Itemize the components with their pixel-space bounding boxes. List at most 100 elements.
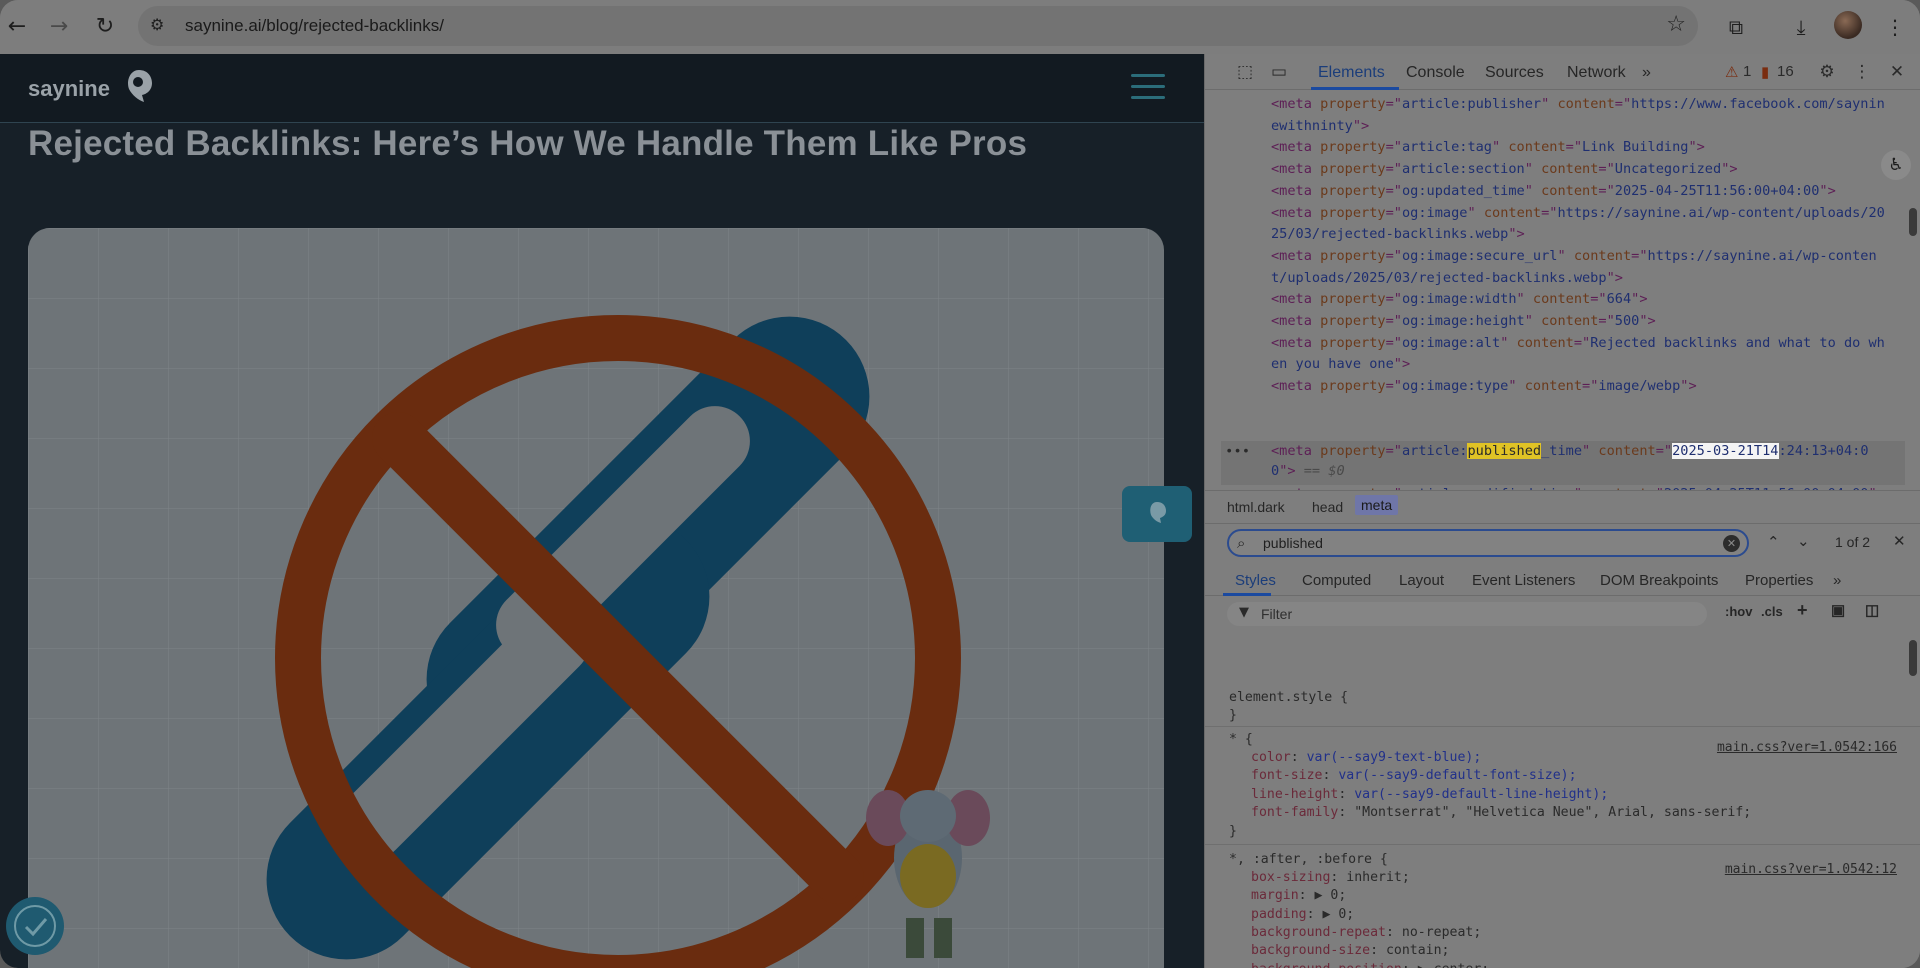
tab-console[interactable]: Console [1406,64,1465,82]
dom-node-line[interactable]: <meta property="og:image:width" content=… [1271,289,1648,310]
tab-event-listeners[interactable]: Event Listeners [1472,572,1575,589]
cookie-consent-icon[interactable] [6,897,64,955]
new-rule-icon[interactable]: + [1797,600,1808,621]
search-next-icon[interactable]: ⌄ [1797,532,1810,550]
css-property[interactable]: color: var(--say9-text-blue); [1251,750,1481,765]
dom-node-line[interactable]: <meta property="og:image:secure_url" con… [1271,246,1877,267]
site-header: saynine [0,54,1204,123]
elements-tree[interactable]: ♿ <meta property="article:publisher" con… [1205,90,1920,490]
rule-source-link[interactable]: main.css?ver=1.0542:166 [1717,740,1897,755]
address-bar[interactable]: ⚙ saynine.ai/blog/rejected-backlinks/ ☆ [138,6,1698,46]
dom-node-line[interactable]: en you have one"> [1271,354,1410,375]
more-styles-tabs-icon[interactable]: » [1833,572,1841,589]
css-property[interactable]: background-repeat: no-repeat; [1251,925,1481,940]
logo-mark-icon [128,70,152,102]
dom-node-line[interactable]: ewithninty"> [1271,116,1369,137]
rule-source-link[interactable]: main.css?ver=1.0542:12 [1725,862,1897,877]
broken-link-illustration [28,228,1164,968]
styles-scrollbar[interactable] [1909,640,1917,676]
hov-toggle[interactable]: :hov [1725,604,1752,619]
css-property[interactable]: line-height: var(--say9-default-line-hei… [1251,787,1608,802]
tab-layout[interactable]: Layout [1399,572,1444,589]
sidebar-toggle-icon[interactable]: ◫ [1865,601,1879,619]
tab-dom-breakpoints[interactable]: DOM Breakpoints [1600,572,1718,589]
tab-elements[interactable]: Elements [1318,64,1385,82]
close-search-icon[interactable]: ✕ [1893,532,1906,550]
rule-separator [1205,726,1920,727]
accessibility-icon[interactable]: ♿ [1881,150,1911,180]
rule-close-brace: } [1229,824,1237,839]
tab-computed[interactable]: Computed [1302,572,1371,589]
breadcrumb-head[interactable]: head [1312,499,1343,515]
dom-node-line[interactable]: 25/03/rejected-backlinks.webp"> [1271,224,1525,245]
site-info-icon[interactable]: ⚙ [150,15,172,37]
breadcrumb-html[interactable]: html.dark [1227,499,1285,515]
warnings-count[interactable]: 1 [1743,63,1751,80]
tab-styles[interactable]: Styles [1235,572,1276,589]
forward-icon[interactable]: → [44,12,74,42]
browser-window: ← → ↻ ⚙ saynine.ai/blog/rejected-backlin… [0,0,1920,968]
tab-sources[interactable]: Sources [1485,64,1544,82]
hamburger-menu-icon[interactable] [1131,74,1165,102]
paint-brush-icon[interactable]: ▣ [1831,601,1845,619]
css-property[interactable]: font-size: var(--say9-default-font-size)… [1251,768,1577,783]
site-logo[interactable]: saynine [28,76,110,102]
more-tabs-icon[interactable]: » [1642,64,1651,82]
styles-filter-input[interactable]: ▼ Filter [1227,602,1707,626]
search-prev-icon[interactable]: ⌃ [1767,533,1780,551]
devtools-menu-icon[interactable]: ⋮ [1850,60,1874,84]
reload-icon[interactable]: ↻ [90,12,120,42]
css-property[interactable]: font-family: "Montserrat", "Helvetica Ne… [1251,805,1751,820]
dom-node-line[interactable]: <meta property="og:image:height" content… [1271,311,1656,332]
dom-node-line[interactable]: <meta property="article:section" content… [1271,159,1738,180]
search-query[interactable]: published [1263,535,1323,551]
dom-search-bar: ⌕ published ✕ ⌃ ⌄ 1 of 2 ✕ [1205,524,1920,564]
warning-icon[interactable]: ⚠ [1725,63,1738,81]
bookmark-star-icon[interactable]: ☆ [1666,12,1686,37]
styles-filter-row: ▼ Filter :hov .cls + ▣ ◫ [1205,596,1920,630]
devtools-panel: ⬚ ▭ Elements Console Sources Network » ⚠… [1204,54,1920,968]
profile-avatar[interactable] [1834,11,1862,39]
issues-icon[interactable]: ▮ [1761,63,1769,81]
issues-count[interactable]: 16 [1777,63,1794,80]
elements-scrollbar[interactable] [1909,208,1917,236]
css-property[interactable]: box-sizing: inherit; [1251,870,1410,885]
dom-node-line[interactable]: <meta property="article:tag" content="Li… [1271,137,1705,158]
extensions-icon[interactable]: ⧉ [1721,12,1751,42]
clear-search-icon[interactable]: ✕ [1723,535,1740,552]
chat-widget-button[interactable] [1122,486,1192,542]
back-icon[interactable]: ← [2,12,32,42]
url-text[interactable]: saynine.ai/blog/rejected-backlinks/ [185,16,444,36]
tab-network[interactable]: Network [1567,64,1626,82]
selected-dom-node-continuation[interactable]: 0"> == $0 [1271,461,1345,482]
node-actions-icon[interactable]: ••• [1225,444,1250,460]
settings-gear-icon[interactable]: ⚙ [1815,60,1839,84]
close-devtools-icon[interactable]: ✕ [1885,60,1909,84]
dom-search-input[interactable]: ⌕ published ✕ [1227,529,1749,557]
download-icon[interactable]: ⤓ [1786,12,1816,42]
css-property[interactable]: background-position: ▶ center; [1251,962,1489,968]
device-toolbar-icon[interactable]: ▭ [1267,60,1291,84]
dom-node-line[interactable]: <meta property="og:updated_time" content… [1271,181,1836,202]
dom-node-line[interactable]: <meta property="og:image" content="https… [1271,203,1885,224]
breadcrumb-meta[interactable]: meta [1355,495,1399,515]
dom-node-line[interactable]: <meta property="og:image:type" content="… [1271,376,1697,397]
browser-toolbar: ← → ↻ ⚙ saynine.ai/blog/rejected-backlin… [0,0,1920,54]
page-viewport: saynine Rejected Backlinks: Here’s How W… [0,54,1204,968]
selected-dom-node[interactable]: <meta property="article:published_time" … [1271,441,1869,462]
dom-node-line[interactable]: <meta property="article:publisher" conte… [1271,94,1885,115]
css-property[interactable]: margin: ▶ 0; [1251,888,1346,903]
filter-placeholder[interactable]: Filter [1261,606,1292,622]
article-title: Rejected Backlinks: Here’s How We Handle… [28,124,1028,163]
inspect-element-icon[interactable]: ⬚ [1233,60,1257,84]
dom-node-line[interactable]: t/uploads/2025/03/rejected-backlinks.web… [1271,268,1623,289]
dom-node-line[interactable]: <meta property="og:image:alt" content="R… [1271,333,1885,354]
search-result-count: 1 of 2 [1835,534,1871,550]
tab-properties[interactable]: Properties [1745,572,1813,589]
cls-toggle[interactable]: .cls [1761,604,1783,619]
css-property[interactable]: background-size: contain; [1251,943,1450,958]
devtools-toolbar: ⬚ ▭ Elements Console Sources Network » ⚠… [1205,54,1920,90]
chrome-menu-icon[interactable]: ⋮ [1880,12,1910,42]
css-property[interactable]: padding: ▶ 0; [1251,907,1354,922]
rule-star-selector: * { [1229,732,1253,747]
